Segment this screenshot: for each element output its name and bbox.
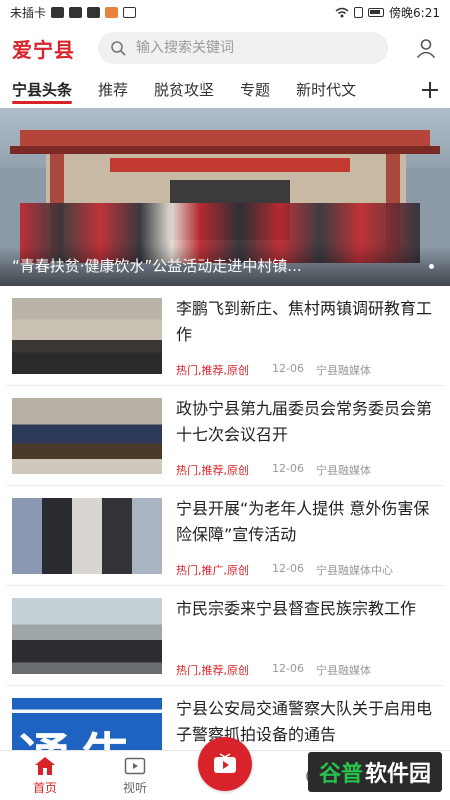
news-thumbnail [12, 598, 162, 674]
news-item[interactable]: 政协宁县第九届委员会常务委员会第十七次会议召开 热门,推荐,原创 12-06 宁… [6, 386, 444, 486]
news-date: 12-06 [272, 462, 304, 475]
banner-carousel[interactable]: “青春扶贫·健康饮水”公益活动走进中村镇... [0, 108, 450, 286]
news-meta: 热门,推广,原创 12-06 宁县融媒体中心 [176, 562, 393, 578]
news-source: 宁县融媒体 [316, 464, 371, 477]
news-item[interactable]: 李鹏飞到新庄、焦村两镇调研教育工作 热门,推荐,原创 12-06 宁县融媒体 [6, 286, 444, 386]
news-tags: 热门,推荐,原创 [176, 464, 249, 477]
carousel-indicator-dot [429, 264, 434, 269]
app-header: 爱宁县 [0, 24, 450, 72]
tab-recommend[interactable]: 推荐 [98, 72, 128, 108]
news-meta: 热门,推荐,原创 12-06 宁县融媒体 [176, 362, 371, 378]
news-thumbnail [12, 398, 162, 474]
tab-poverty-alleviation[interactable]: 脱贫攻坚 [154, 72, 214, 108]
news-source: 宁县融媒体 [316, 664, 371, 677]
app-logo[interactable]: 爱宁县 [12, 34, 98, 63]
plus-icon [422, 82, 438, 98]
search-bar[interactable] [98, 32, 388, 64]
tv-icon [214, 753, 236, 773]
status-right: 傍晚6:21 [335, 4, 440, 21]
nav-home[interactable]: 首页 [0, 751, 90, 800]
carrier-text: 未插卡 [10, 5, 47, 20]
clock: 傍晚6:21 [389, 5, 440, 20]
news-date: 12-06 [272, 662, 304, 675]
news-tags: 热门,推荐,原创 [176, 364, 249, 377]
news-item[interactable]: 宁县开展“为老年人提供 意外伤害保险保障”宣传活动 热门,推广,原创 12-06… [6, 486, 444, 586]
notification-icon [123, 6, 137, 18]
tiktok-icon [87, 6, 101, 18]
news-tags: 热门,推荐,原创 [176, 664, 249, 677]
news-date: 12-06 [272, 362, 304, 375]
news-source: 宁县融媒体中心 [316, 564, 393, 577]
add-tab-button[interactable] [416, 72, 444, 108]
banner-eaves [10, 146, 440, 154]
news-title[interactable]: 宁县开展“为老年人提供 意外伤害保险保障”宣传活动 [176, 496, 444, 548]
nav-center[interactable] [180, 737, 270, 800]
video-icon [124, 757, 146, 775]
heart-icon [51, 6, 65, 18]
news-list: 李鹏飞到新庄、焦村两镇调研教育工作 热门,推荐,原创 12-06 宁县融媒体 政… [0, 286, 450, 786]
home-icon [35, 757, 55, 775]
watermark-logo: 谷普 软件园 [308, 752, 442, 792]
user-profile-button[interactable] [414, 36, 438, 60]
tab-topics[interactable]: 专题 [240, 72, 270, 108]
user-icon [416, 39, 436, 59]
news-title[interactable]: 李鹏飞到新庄、焦村两镇调研教育工作 [176, 296, 444, 348]
news-tags: 热门,推广,原创 [176, 564, 249, 577]
news-meta: 热门,推荐,原创 12-06 宁县融媒体 [176, 462, 371, 478]
nav-video-label: 视听 [122, 781, 147, 795]
news-source: 宁县融媒体 [316, 364, 371, 377]
banner-caption[interactable]: “青春扶贫·健康饮水”公益活动走进中村镇... [12, 255, 412, 276]
news-meta: 热门,推荐,原创 12-06 宁县融媒体 [176, 662, 371, 678]
news-thumbnail [12, 298, 162, 374]
watermark-text-white: 软件园 [365, 762, 432, 787]
search-icon [111, 41, 126, 56]
battery-icon [368, 7, 385, 17]
status-left: 未插卡 [10, 4, 137, 21]
tab-headlines[interactable]: 宁县头条 [12, 72, 73, 108]
news-date: 12-06 [272, 562, 304, 575]
live-button[interactable] [198, 737, 252, 791]
news-title[interactable]: 市民宗委来宁县督查民族宗教工作 [176, 596, 444, 622]
nav-home-label: 首页 [32, 781, 57, 795]
banner-red-sign [110, 158, 350, 172]
sim-icon [354, 6, 364, 18]
wifi-icon [335, 7, 349, 17]
nav-video[interactable]: 视听 [90, 751, 180, 800]
status-bar: 未插卡 傍晚6:21 [0, 0, 450, 24]
news-thumbnail [12, 498, 162, 574]
search-input[interactable] [136, 40, 356, 56]
category-tabs: 宁县头条 推荐 脱贫攻坚 专题 新时代文 [0, 72, 450, 108]
news-item[interactable]: 市民宗委来宁县督查民族宗教工作 热门,推荐,原创 12-06 宁县融媒体 [6, 586, 444, 686]
app-icon [69, 6, 83, 18]
news-title[interactable]: 政协宁县第九届委员会常务委员会第十七次会议召开 [176, 396, 444, 448]
message-icon [105, 6, 119, 18]
watermark-text-green: 谷普 [318, 762, 363, 787]
tab-new-era[interactable]: 新时代文 [296, 72, 356, 108]
